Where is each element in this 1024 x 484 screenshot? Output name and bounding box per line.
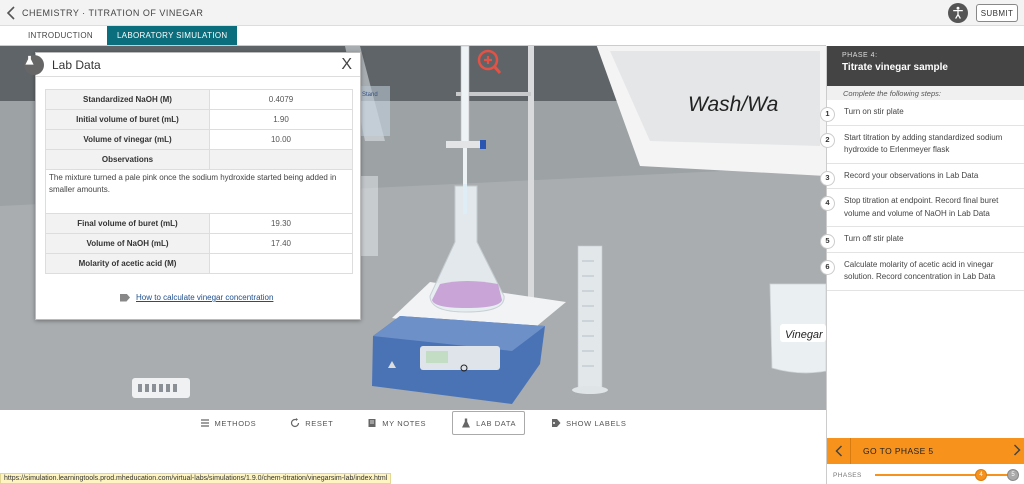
tag-icon (552, 419, 561, 427)
reset-button[interactable]: RESET (282, 411, 341, 435)
step-text: Turn off stir plate (844, 234, 904, 243)
chevron-left-icon (834, 445, 842, 457)
step-number-badge: 5 (820, 234, 835, 249)
observations-text[interactable]: The mixture turned a pale pink once the … (45, 169, 353, 214)
flask-icon (24, 55, 44, 75)
row-value[interactable]: 10.00 (209, 129, 353, 150)
step-number-badge: 6 (820, 259, 835, 275)
table-row: Standardized NaOH (M) 0.4079 (45, 89, 353, 110)
step-item: 3 Record your observations in Lab Data (820, 164, 1024, 189)
close-icon[interactable]: X (341, 55, 352, 75)
flask-icon (462, 418, 471, 428)
methods-icon (200, 419, 209, 427)
step-number-badge: 3 (820, 170, 835, 186)
ring-stand-pole (528, 46, 534, 324)
observations-label: Observations (45, 149, 210, 170)
lab-scene: Wash/Wa Stand Vinegar Lab Data X Standar… (0, 46, 826, 410)
app-root: CHEMISTRY · TITRATION OF VINEGAR SUBMIT … (0, 0, 1024, 484)
row-label: Initial volume of buret (mL) (45, 109, 210, 130)
step-item: 2 Start titration by adding standardized… (820, 126, 1024, 164)
previous-phase-button[interactable] (827, 438, 851, 464)
table-row: Initial volume of buret (mL) 1.90 (45, 109, 353, 130)
tag-icon (120, 293, 130, 302)
wash-label: Wash/Wa (688, 93, 778, 116)
tab-laboratory-simulation[interactable]: LABORATORY SIMULATION (106, 26, 238, 45)
steps-list: 1 Turn on stir plate 2 Start titration b… (820, 100, 1024, 291)
row-value[interactable]: 1.90 (209, 109, 353, 130)
phase-number: PHASE 4: (842, 52, 878, 59)
submit-button[interactable]: SUBMIT (976, 4, 1018, 22)
step-number-badge: 4 (820, 196, 835, 211)
phase-sidebar: PHASE 4: Titrate vinegar sample Complete… (820, 46, 1024, 484)
phase-progress: PHASES 4 5 (827, 466, 1024, 484)
phase-track (875, 474, 1015, 476)
tab-bar: INTRODUCTION LABORATORY SIMULATION (0, 26, 826, 46)
row-value[interactable]: 19.30 (209, 213, 353, 234)
table-row: Final volume of buret (mL) 19.30 (45, 213, 353, 234)
go-to-next-phase-button[interactable]: GO TO PHASE 5 (827, 438, 1024, 464)
step-number-badge: 1 (820, 107, 835, 122)
lab-data-title: Lab Data (52, 57, 101, 72)
show-labels-label: SHOW LABELS (566, 418, 627, 428)
show-labels-button[interactable]: SHOW LABELS (543, 411, 634, 435)
methods-button[interactable]: METHODS (192, 411, 265, 435)
chevron-right-icon (1013, 444, 1021, 456)
reset-label: RESET (305, 418, 334, 428)
calculate-link-text[interactable]: How to calculate vinegar concentration (136, 293, 273, 302)
phase-header: PHASE 4: Titrate vinegar sample (827, 46, 1024, 86)
table-row: Observations (45, 149, 353, 170)
back-chevron-icon[interactable] (0, 0, 22, 26)
lab-data-button[interactable]: LAB DATA (452, 411, 526, 435)
notes-icon (368, 419, 376, 427)
cuvette-tray (132, 378, 190, 398)
step-text: Turn on stir plate (844, 107, 904, 116)
reset-icon (291, 418, 300, 428)
table-row: The mixture turned a pale pink once the … (45, 169, 353, 214)
calculate-concentration-link[interactable]: How to calculate vinegar concentration (120, 293, 273, 302)
step-text: Record your observations in Lab Data (844, 170, 979, 180)
empty-cell (209, 149, 353, 170)
step-number-badge: 2 (820, 132, 835, 148)
vinegar-beaker: Vinegar (769, 283, 826, 374)
my-notes-button[interactable]: MY NOTES (359, 411, 434, 435)
lab-data-label: LAB DATA (476, 418, 517, 428)
row-value[interactable]: 0.4079 (209, 89, 353, 110)
tab-introduction[interactable]: INTRODUCTION (0, 26, 107, 45)
stand-label: Stand (362, 92, 378, 98)
phase-current-dot[interactable]: 4 (975, 469, 987, 481)
bottom-toolbar: METHODS RESET MY NOTES LAB DATA SHOW LAB… (0, 410, 826, 436)
row-label: Molarity of acetic acid (M) (45, 253, 210, 274)
table-row: Volume of vinegar (mL) 10.00 (45, 129, 353, 150)
row-label: Standardized NaOH (M) (45, 89, 210, 110)
phase-next-dot[interactable]: 5 (1007, 469, 1019, 481)
molarity-input[interactable] (209, 253, 353, 274)
table-row: Molarity of acetic acid (M) (45, 253, 353, 274)
step-item: 6 Calculate molarity of acetic acid in v… (820, 253, 1024, 291)
row-value[interactable]: 17.40 (209, 233, 353, 254)
app-title: CHEMISTRY · TITRATION OF VINEGAR (22, 7, 204, 18)
phases-label: PHASES (833, 471, 862, 479)
step-item: 5 Turn off stir plate (820, 227, 1024, 253)
lab-data-header: Lab Data X (24, 53, 360, 77)
my-notes-label: MY NOTES (382, 418, 427, 428)
steps-hint: Complete the following steps: (827, 86, 1024, 100)
table-row: Volume of NaOH (mL) 17.40 (45, 233, 353, 254)
methods-label: METHODS (214, 418, 257, 428)
lab-data-table: Standardized NaOH (M) 0.4079 Initial vol… (45, 89, 353, 274)
step-text: Calculate molarity of acetic acid in vin… (844, 259, 996, 282)
lab-data-panel: Lab Data X Standardized NaOH (M) 0.4079 … (24, 52, 361, 320)
row-label: Volume of NaOH (mL) (45, 233, 210, 254)
step-item: 1 Turn on stir plate (820, 100, 1024, 126)
phase-title: Titrate vinegar sample (842, 62, 948, 73)
vinegar-label: Vinegar (785, 329, 824, 341)
step-text: Start titration by adding standardized s… (844, 132, 1003, 155)
row-label: Volume of vinegar (mL) (45, 129, 210, 150)
step-item: 4 Stop titration at endpoint. Record fin… (820, 189, 1024, 227)
row-label: Final volume of buret (mL) (45, 213, 210, 234)
accessibility-icon[interactable] (948, 3, 968, 23)
status-url-bar: https://simulation.learningtools.prod.mh… (0, 473, 392, 484)
top-bar: CHEMISTRY · TITRATION OF VINEGAR SUBMIT (0, 0, 1024, 26)
go-to-phase-label: GO TO PHASE 5 (863, 446, 934, 456)
step-text: Stop titration at endpoint. Record final… (844, 196, 999, 218)
